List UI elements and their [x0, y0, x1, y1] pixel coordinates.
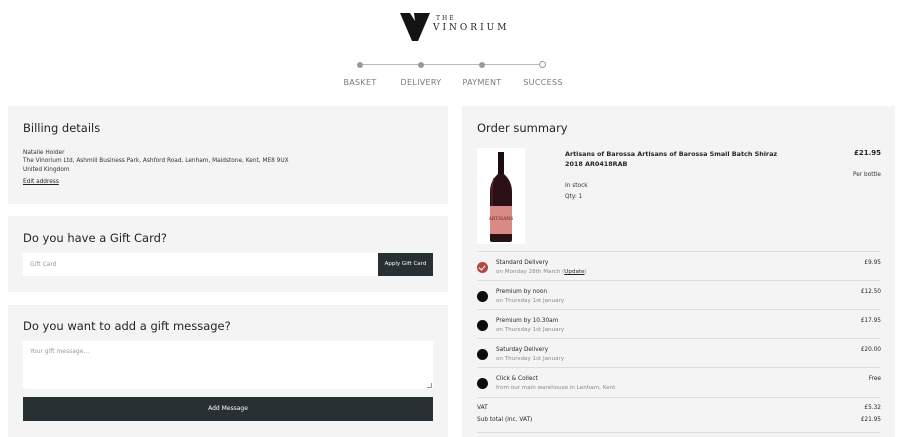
- brand-logo[interactable]: THE VINORIUM: [400, 13, 509, 41]
- gift-card-input[interactable]: Gift Card: [23, 253, 378, 276]
- shipping-name: Standard Delivery: [496, 260, 549, 266]
- shipping-date: on Thursday 1st January: [496, 298, 565, 304]
- gift-message-title: Do you want to add a gift message?: [23, 319, 231, 333]
- step-dot-success: [539, 61, 546, 68]
- checked-radio-icon[interactable]: [477, 262, 488, 273]
- gift-message-panel: Do you want to add a gift message? Your …: [8, 305, 448, 437]
- divider: [477, 397, 880, 398]
- divider: [477, 338, 880, 339]
- checkout-stepper: [357, 61, 546, 69]
- subtotal-label: Sub total (inc. VAT): [477, 417, 533, 423]
- shipping-option-premium-1030[interactable]: Premium by 10.30am on Thursday 1st Janua…: [477, 313, 881, 335]
- product-image[interactable]: ARTISANS: [477, 148, 525, 244]
- product-qty: Qty: 1: [565, 194, 583, 200]
- step-payment[interactable]: PAYMENT: [463, 78, 502, 87]
- radio-icon[interactable]: [477, 320, 488, 331]
- step-delivery[interactable]: DELIVERY: [401, 78, 442, 87]
- product-stock: In stock: [565, 183, 588, 189]
- subtotal-value: £21.95: [860, 417, 881, 423]
- brand-the: THE: [436, 15, 456, 22]
- bottle-label-text: ARTISANS: [488, 216, 514, 222]
- gift-message-placeholder: Your gift message...: [30, 348, 90, 355]
- shipping-name: Premium by noon: [496, 289, 548, 295]
- shipping-name: Click & Collect: [496, 376, 538, 382]
- vinorium-v-icon: [400, 13, 430, 41]
- product-unit: Per bottle: [852, 172, 881, 178]
- shipping-price: £17.95: [860, 318, 881, 324]
- shipping-price: Free: [868, 376, 881, 382]
- shipping-name: Saturday Delivery: [496, 347, 549, 353]
- step-success: SUCCESS: [523, 78, 563, 87]
- shipping-name: Premium by 10.30am: [496, 318, 559, 324]
- shipping-price: £20.00: [860, 347, 881, 353]
- gift-message-textarea[interactable]: Your gift message...: [23, 341, 433, 389]
- divider: [477, 251, 880, 252]
- shipping-date: from our main warehouse in Lenham, Kent: [496, 385, 616, 391]
- shipping-option-saturday[interactable]: Saturday Delivery on Thursday 1st Januar…: [477, 342, 881, 364]
- shipping-price: £12.50: [860, 289, 881, 295]
- shipping-option-premium-noon[interactable]: Premium by noon on Thursday 1st January …: [477, 284, 881, 306]
- add-message-button[interactable]: Add Message: [23, 397, 433, 421]
- shipping-date-text: on Monday 28th March (: [496, 269, 565, 275]
- shipping-price: £9.95: [864, 260, 881, 266]
- apply-gift-card-button[interactable]: Apply Gift Card: [378, 253, 433, 276]
- billing-panel: Billing details Natalie Holder The Vinor…: [8, 106, 448, 204]
- vat-row: VAT £5.32: [477, 405, 881, 411]
- gift-card-panel: Do you have a Gift Card? Gift Card Apply…: [8, 216, 448, 292]
- vat-label: VAT: [477, 405, 488, 411]
- shipping-date: on Thursday 1st January: [496, 327, 565, 333]
- divider: [477, 367, 880, 368]
- divider: [477, 432, 880, 433]
- divider: [477, 309, 880, 310]
- brand-name: VINORIUM: [433, 23, 510, 33]
- billing-name: Natalie Holder: [23, 150, 65, 156]
- order-summary-title: Order summary: [477, 121, 568, 135]
- vat-value: £5.32: [864, 405, 881, 411]
- shipping-date: on Monday 28th March (Update): [496, 269, 587, 275]
- stepper-line: [360, 64, 540, 65]
- radio-icon[interactable]: [477, 349, 488, 360]
- billing-address: The Vinorium Ltd, Ashmill Business Park,…: [23, 158, 289, 164]
- step-dot-basket: [357, 62, 363, 68]
- product-name[interactable]: Artisans of Barossa Artisans of Barossa …: [565, 149, 780, 169]
- step-basket[interactable]: BASKET: [343, 78, 376, 87]
- divider: [477, 280, 880, 281]
- wine-bottle-icon: ARTISANS: [488, 152, 514, 242]
- step-dot-delivery: [418, 62, 424, 68]
- edit-address-link[interactable]: Edit address: [23, 179, 59, 186]
- update-link[interactable]: Update: [564, 269, 584, 275]
- order-summary-panel: Order summary ARTISANS Artisans of Baros…: [462, 106, 895, 437]
- resize-handle-icon[interactable]: [427, 383, 432, 388]
- gift-card-title: Do you have a Gift Card?: [23, 231, 168, 245]
- step-dot-payment: [479, 62, 485, 68]
- billing-country: United Kingdom: [23, 167, 70, 173]
- radio-icon[interactable]: [477, 291, 488, 302]
- subtotal-row: Sub total (inc. VAT) £21.95: [477, 417, 881, 423]
- shipping-option-click-collect[interactable]: Click & Collect from our main warehouse …: [477, 371, 881, 393]
- product-price: £21.95: [853, 149, 881, 157]
- billing-title: Billing details: [23, 121, 101, 135]
- radio-icon[interactable]: [477, 378, 488, 389]
- shipping-date: on Thursday 1st January: [496, 356, 565, 362]
- shipping-date-end: ): [584, 269, 587, 275]
- shipping-option-standard[interactable]: Standard Delivery on Monday 28th March (…: [477, 255, 881, 277]
